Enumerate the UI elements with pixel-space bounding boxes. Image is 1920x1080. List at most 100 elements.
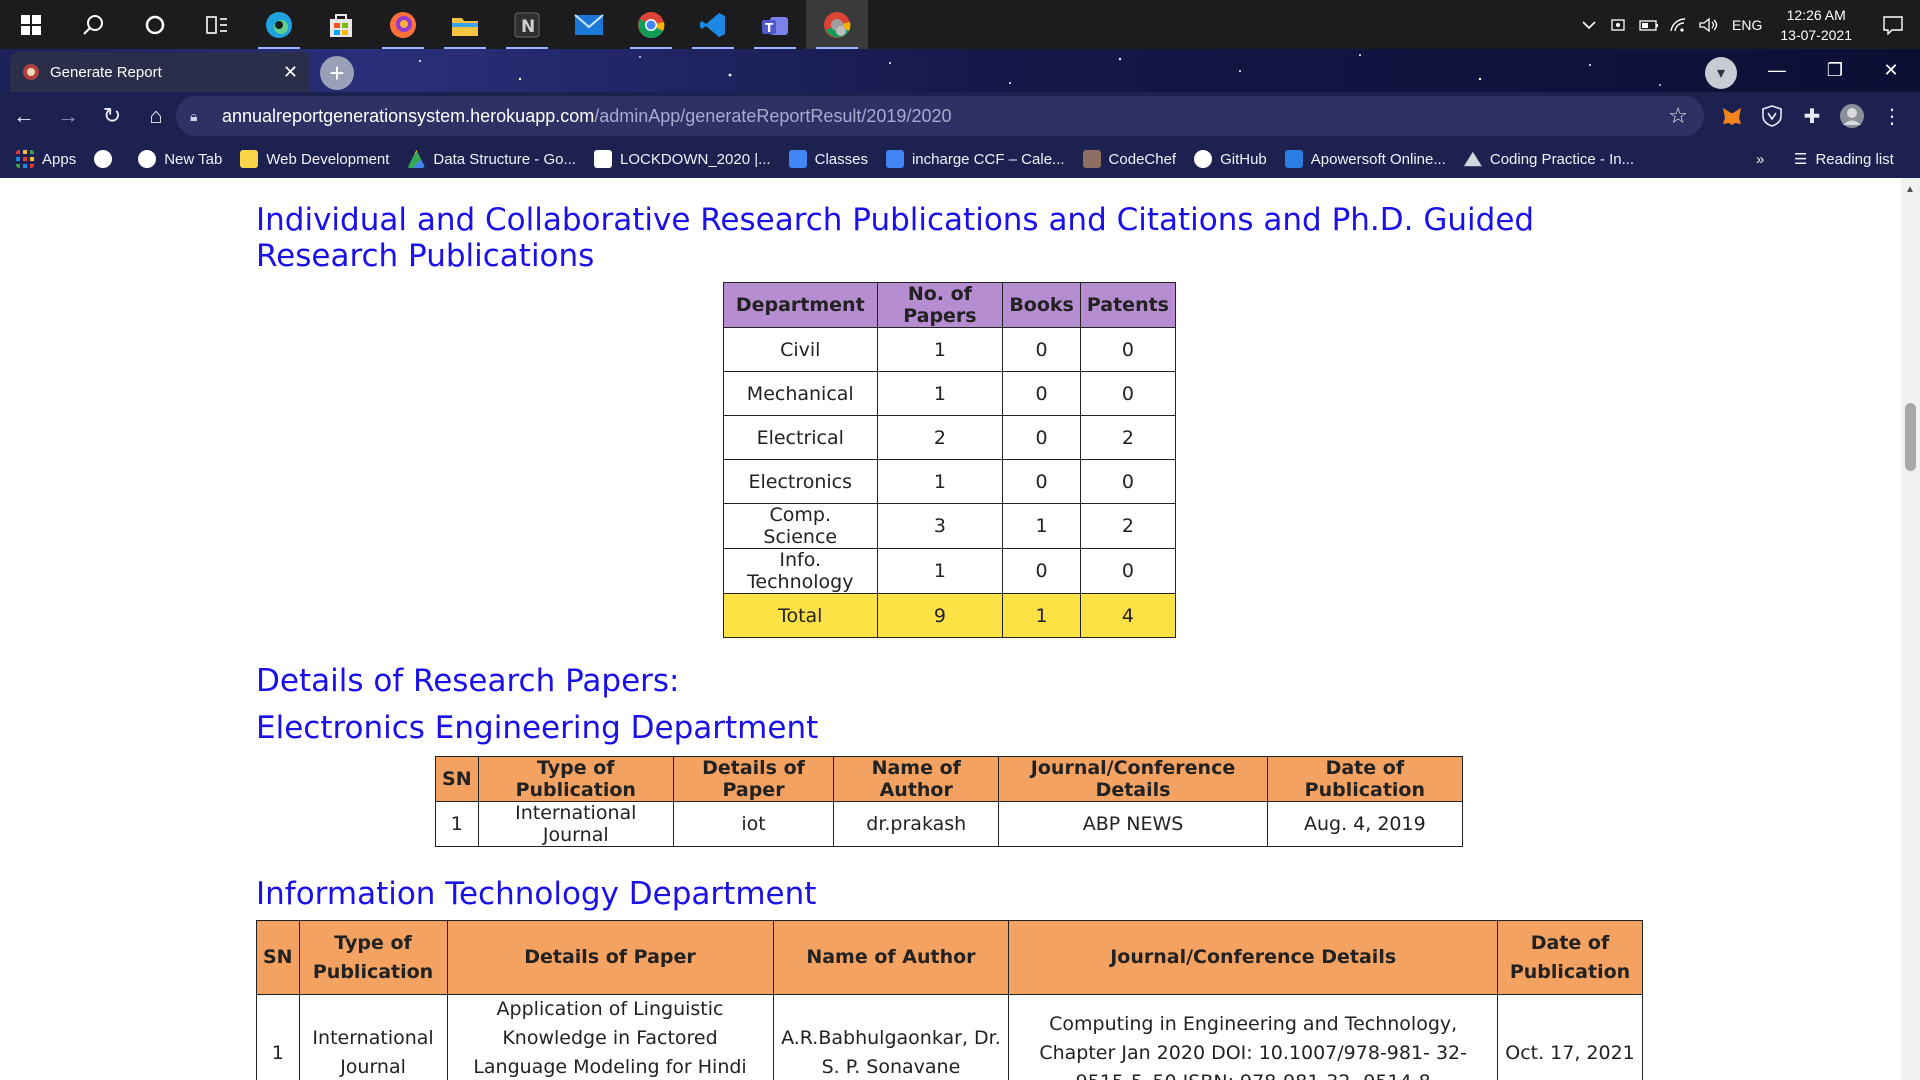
profile-avatar[interactable] <box>1832 92 1872 140</box>
column-header: Type of Publication <box>477 756 674 802</box>
extensions-puzzle-icon[interactable]: ✚ <box>1792 92 1832 140</box>
table-cell: Oct. 17, 2021 <box>1497 994 1643 1080</box>
tab-title: Generate Report <box>50 63 162 81</box>
table-cell: 0 <box>1002 415 1081 460</box>
vscode-icon[interactable] <box>682 0 744 49</box>
table-row: 1 International Journal iot dr.prakash A… <box>435 801 1464 847</box>
battery-icon[interactable] <box>1636 12 1662 38</box>
lock-icon[interactable]: 🔒︎ <box>190 108 212 125</box>
file-explorer-icon[interactable] <box>434 0 496 49</box>
reading-list-icon: ☰ <box>1794 151 1808 168</box>
column-header: Type of Publication <box>298 920 448 995</box>
back-icon[interactable]: ← <box>4 96 44 136</box>
more-bookmarks-chevron[interactable]: » <box>1756 140 1764 178</box>
column-header: Journal/Conference Details <box>1008 920 1499 995</box>
minimize-icon[interactable]: — <box>1748 49 1806 92</box>
bookmark-incharge-ccf[interactable]: incharge CCF – Cale... <box>885 150 1065 168</box>
table-cell: 1 <box>876 459 1004 504</box>
metamask-extension-icon[interactable] <box>1712 92 1752 140</box>
firefox-icon[interactable] <box>372 0 434 49</box>
bookmark-lockdown[interactable]: LOCKDOWN_2020 |... <box>593 150 771 168</box>
table-cell: A.R.Babhulgaonkar, Dr. S. P. Sonavane <box>772 994 1010 1080</box>
table-cell: 1 <box>435 801 479 847</box>
search-icon[interactable] <box>62 0 124 49</box>
bookmark-label: New Tab <box>164 150 223 168</box>
bookmark-apowersoft[interactable]: Apowersoft Online... <box>1284 150 1446 168</box>
language-indicator[interactable]: ENG <box>1724 17 1770 33</box>
column-header: Department <box>723 282 878 328</box>
bookmark-label: CodeChef <box>1108 150 1177 168</box>
edge-icon[interactable] <box>248 0 310 49</box>
table-cell: 0 <box>1002 548 1081 594</box>
details-heading: Details of Research Papers: <box>256 663 680 699</box>
home-icon[interactable]: ⌂ <box>136 96 176 136</box>
table-cell: Electrical <box>723 415 878 460</box>
bookmark-codechef[interactable]: CodeChef <box>1082 150 1177 168</box>
task-view-icon[interactable] <box>186 0 248 49</box>
new-tab-button[interactable]: + <box>320 56 354 90</box>
column-header: Date of Publication <box>1497 920 1643 995</box>
bookmark-data-structure[interactable]: Data Structure - Go... <box>407 150 576 168</box>
chrome-profile-icon[interactable] <box>806 0 868 49</box>
notifications-icon[interactable] <box>1868 12 1918 38</box>
bookmark-star-icon[interactable]: ☆ <box>1668 103 1688 129</box>
table-cell: 0 <box>1079 548 1177 594</box>
start-icon[interactable] <box>0 0 62 49</box>
table-row: Electrical 2 0 2 <box>723 415 1177 460</box>
address-bar[interactable]: 🔒︎ annualreportgenerationsystem.herokuap… <box>176 96 1704 136</box>
close-window-icon[interactable]: ✕ <box>1862 49 1920 92</box>
table-row: Comp. Science 3 1 2 <box>723 503 1177 549</box>
site-favicon-icon <box>23 64 39 80</box>
browser-toolbar: ← → ↻ ⌂ 🔒︎ annualreportgenerationsystem.… <box>0 92 1920 140</box>
bookmark-new-tab[interactable]: New Tab <box>138 150 222 168</box>
table-cell: dr.prakash <box>833 801 1000 847</box>
table-cell: Info. Technology <box>723 548 878 594</box>
apowersoft-icon <box>1284 150 1303 168</box>
clock[interactable]: 12:26 AM 13-07-2021 <box>1770 5 1866 45</box>
volume-icon[interactable] <box>1696 12 1722 38</box>
it-papers-table: SN Type of Publication Details of Paper … <box>256 920 1643 1080</box>
bookmark-globe[interactable] <box>94 150 120 168</box>
bookmark-web-development[interactable]: Web Development <box>240 150 389 168</box>
chrome-menu-icon[interactable]: ⋮ <box>1872 92 1912 140</box>
meet-now-icon[interactable] <box>1606 12 1632 38</box>
table-cell: 2 <box>1079 415 1177 460</box>
vertical-scrollbar[interactable]: ▲ <box>1901 178 1920 1080</box>
store-icon[interactable] <box>310 0 372 49</box>
globe-icon <box>138 150 157 168</box>
maximize-icon[interactable]: ❐ <box>1806 49 1864 92</box>
cortana-icon[interactable] <box>124 0 186 49</box>
tab-generate-report[interactable]: Generate Report ✕ <box>10 52 310 92</box>
mountain-icon <box>1463 151 1482 167</box>
bookmark-classes[interactable]: Classes <box>788 150 868 168</box>
electronics-papers-table: SN Type of Publication Details of Paper … <box>435 756 1464 847</box>
table-cell: 1 <box>1002 503 1081 549</box>
svg-text:T: T <box>765 21 774 35</box>
table-cell: Electronics <box>723 459 878 504</box>
tab-search-icon[interactable]: ▾ <box>1705 57 1737 89</box>
bookmark-coding-practice[interactable]: Coding Practice - In... <box>1463 150 1634 168</box>
bookmark-github[interactable]: GitHub <box>1194 150 1267 168</box>
bookmark-apps[interactable]: Apps <box>16 150 76 168</box>
chevron-up-icon[interactable] <box>1576 12 1602 38</box>
mail-icon[interactable] <box>558 0 620 49</box>
browser-tab-strip: Generate Report ✕ <box>0 49 1920 92</box>
forward-icon[interactable]: → <box>48 96 88 136</box>
close-tab-icon[interactable]: ✕ <box>283 62 298 83</box>
reading-list-button[interactable]: ☰ Reading list <box>1794 140 1894 178</box>
shield-extension-icon[interactable] <box>1752 92 1792 140</box>
table-row: 1 International Journal Application of L… <box>256 994 1643 1080</box>
reload-icon[interactable]: ↻ <box>92 96 132 136</box>
total-papers: 9 <box>876 593 1004 638</box>
bookmarks-bar: Apps New Tab Web Development Data Struct… <box>0 140 1920 178</box>
scrollbar-thumb[interactable] <box>1905 403 1916 471</box>
scroll-up-arrow-icon[interactable]: ▲ <box>1905 184 1915 195</box>
table-cell: Civil <box>723 327 878 372</box>
chrome-icon[interactable] <box>620 0 682 49</box>
wifi-icon[interactable] <box>1666 12 1692 38</box>
notion-icon[interactable]: N <box>496 0 558 49</box>
table-cell: International Journal <box>298 994 448 1080</box>
bookmark-label: incharge CCF – Cale... <box>911 150 1065 168</box>
summary-table: Department No. of Papers Books Patents C… <box>723 282 1177 638</box>
teams-icon[interactable]: T <box>744 0 806 49</box>
